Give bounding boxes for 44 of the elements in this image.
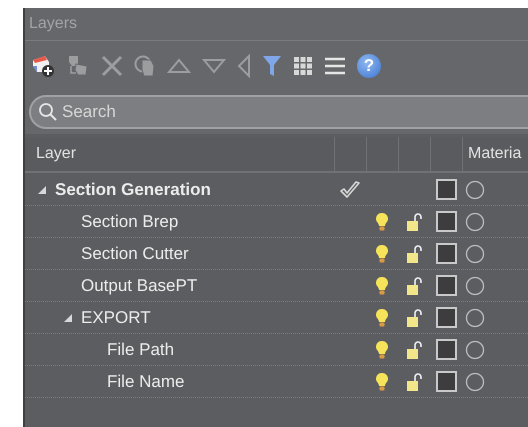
light-bulb-icon[interactable] <box>375 212 389 232</box>
material-circle-icon[interactable] <box>465 276 485 296</box>
column-header[interactable]: Materia <box>463 145 522 163</box>
layer-name[interactable]: Output BasePT <box>81 276 198 296</box>
material-circle-icon[interactable] <box>465 212 485 232</box>
layer-name[interactable]: Section Generation <box>55 180 211 200</box>
expand-arrow-icon[interactable] <box>37 184 47 194</box>
open-padlock-icon[interactable] <box>406 212 422 232</box>
light-bulb-icon[interactable] <box>375 340 389 360</box>
layer-color-swatch[interactable] <box>436 371 456 392</box>
panel-title: Layers <box>29 15 78 33</box>
layer-name[interactable]: File Path <box>107 340 174 360</box>
light-bulb-icon[interactable] <box>375 372 389 392</box>
layer-name[interactable]: Section Brep <box>81 212 178 232</box>
layer-color-swatch[interactable] <box>436 307 456 328</box>
layer-color-swatch[interactable] <box>436 339 456 360</box>
open-padlock-icon[interactable] <box>406 308 422 328</box>
grid-icon[interactable] <box>293 56 313 76</box>
layer-color-swatch[interactable] <box>436 275 456 296</box>
material-circle-icon[interactable] <box>465 372 485 392</box>
layer-color-swatch[interactable] <box>436 211 456 232</box>
layer-name[interactable]: Section Cutter <box>81 244 189 264</box>
light-bulb-icon[interactable] <box>375 308 389 328</box>
menu-icon[interactable] <box>324 56 346 76</box>
light-bulb-icon[interactable] <box>375 244 389 264</box>
open-padlock-icon[interactable] <box>406 340 422 360</box>
checkmark-icon[interactable] <box>339 180 361 198</box>
expand-arrow-icon[interactable] <box>63 312 73 322</box>
layer-name[interactable]: File Name <box>107 372 184 392</box>
open-padlock-icon[interactable] <box>406 244 422 264</box>
search-icon <box>38 102 58 122</box>
search-field[interactable]: Search <box>29 95 528 129</box>
column-header[interactable]: Layer <box>36 145 76 163</box>
open-padlock-icon[interactable] <box>406 276 422 296</box>
material-circle-icon[interactable] <box>465 308 485 328</box>
material-circle-icon[interactable] <box>465 244 485 264</box>
layer-color-swatch[interactable] <box>436 243 456 264</box>
material-circle-icon[interactable] <box>465 180 485 200</box>
open-padlock-icon[interactable] <box>406 372 422 392</box>
light-bulb-icon[interactable] <box>375 276 389 296</box>
layer-plus-icon[interactable] <box>31 54 55 78</box>
layer-color-swatch[interactable] <box>436 179 456 200</box>
layer-name[interactable]: EXPORT <box>81 308 151 328</box>
material-circle-icon[interactable] <box>465 340 485 360</box>
